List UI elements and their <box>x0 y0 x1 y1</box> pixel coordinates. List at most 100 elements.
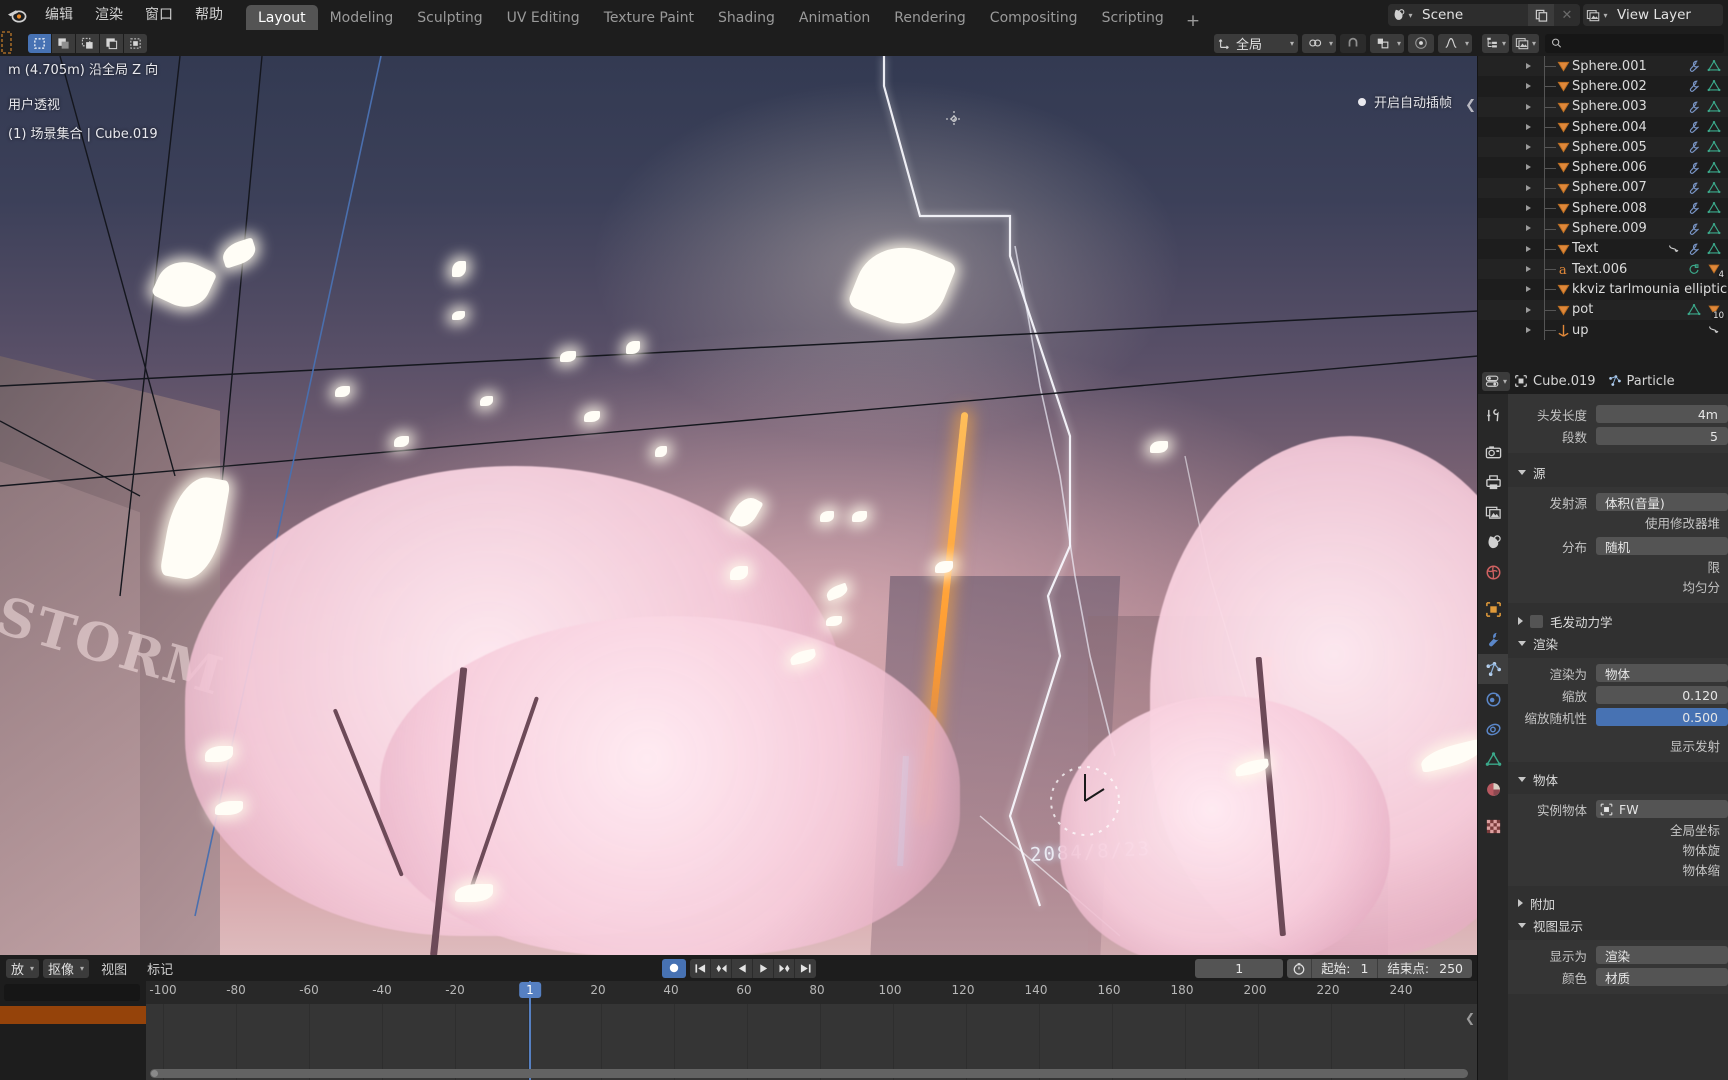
tab-texture-paint[interactable]: Texture Paint <box>592 5 706 32</box>
select-extend-icon[interactable] <box>52 33 75 53</box>
instance-object-field[interactable]: FW <box>1596 800 1728 818</box>
row-emit-from[interactable]: 发射源 体积(音量) <box>1508 492 1728 512</box>
transform-orientation-dropdown[interactable]: 全局 ▾ <box>1213 33 1298 53</box>
outliner-row-sphere-009[interactable]: Sphere.009 <box>1478 218 1728 239</box>
outliner-row-up[interactable]: up <box>1478 319 1728 341</box>
jump-next-keyframe-button[interactable] <box>774 958 795 978</box>
timeline-ruler[interactable]: -100 -80 -60 -40 -20 20 40 60 80 100 120… <box>0 981 1478 1004</box>
timeline-editor[interactable]: 放 ▾ 抠像 ▾ 视图 标记 1 起始: 1 结束点: 250 -100 -80… <box>0 955 1478 1080</box>
render-as-dropdown[interactable]: 物体 <box>1596 664 1728 682</box>
select-invert-icon[interactable] <box>100 33 123 53</box>
properties-tab-column[interactable] <box>1478 394 1508 1080</box>
tab-sculpting[interactable]: Sculpting <box>405 5 494 32</box>
scene-datablock[interactable]: ▾ Scene ✕ <box>1388 4 1580 26</box>
disclosure-triangle-icon[interactable] <box>1526 225 1531 232</box>
new-scene-button[interactable] <box>1528 4 1554 26</box>
tab-modeling[interactable]: Modeling <box>318 5 406 32</box>
tab-scripting[interactable]: Scripting <box>1090 5 1176 32</box>
outliner-search-box[interactable] <box>1545 33 1724 53</box>
record-keyframe-button[interactable] <box>662 958 686 978</box>
menu-edit[interactable]: 编辑 <box>34 3 84 27</box>
row-scale[interactable]: 缩放 0.120 <box>1508 685 1728 705</box>
section-hair-dynamics[interactable]: 毛发动力学 <box>1508 610 1728 632</box>
select-subtract-icon[interactable] <box>76 33 99 53</box>
row-hair-length[interactable]: 头发长度 4m <box>1508 404 1728 424</box>
outliner-row-kkviz[interactable]: kkviz tarlmounia elliptica_0 <box>1478 279 1728 300</box>
channel-search-box[interactable] <box>4 984 140 1001</box>
color-dropdown[interactable]: 材质 <box>1596 968 1728 986</box>
disclosure-triangle-icon[interactable] <box>1526 265 1531 272</box>
unlink-scene-button[interactable]: ✕ <box>1554 4 1580 26</box>
frame-end-field[interactable]: 结束点: 250 <box>1378 959 1472 978</box>
menu-help[interactable]: 帮助 <box>184 3 234 27</box>
row-segments[interactable]: 段数 5 <box>1508 426 1728 446</box>
disclosure-triangle-icon[interactable] <box>1526 205 1531 212</box>
timeline-editor-type-dropdown[interactable]: 放 ▾ <box>6 958 40 978</box>
tab-mesh-data[interactable] <box>1478 744 1508 774</box>
tab-tool[interactable] <box>1478 400 1508 430</box>
emit-from-dropdown[interactable]: 体积(音量) <box>1596 493 1728 511</box>
pivot-point-dropdown[interactable]: ▾ <box>1301 33 1336 53</box>
jump-to-end-button[interactable] <box>795 959 816 978</box>
outliner-row-sphere-003[interactable]: Sphere.003 <box>1478 96 1728 117</box>
tab-output[interactable] <box>1478 467 1508 497</box>
section-extra[interactable]: 附加 <box>1508 892 1728 914</box>
outliner-display-mode-dropdown[interactable]: ▾ <box>1482 33 1510 53</box>
properties-editor[interactable]: ▾ Cube.019 Particle 头发长度 4m 段数 5 源 发射源 体… <box>1478 368 1728 1080</box>
timeline-mode-dropdown[interactable]: 抠像 ▾ <box>43 958 90 978</box>
jump-prev-keyframe-button[interactable] <box>711 958 732 978</box>
properties-editor-type-dropdown[interactable]: ▾ <box>1482 371 1511 391</box>
row-distribution[interactable]: 分布 随机 <box>1508 536 1728 556</box>
disclosure-triangle-icon[interactable] <box>1526 286 1531 293</box>
row-display-as[interactable]: 显示为 渲染 <box>1508 945 1728 965</box>
tab-texture[interactable] <box>1478 811 1508 841</box>
falloff-dropdown[interactable]: ▾ <box>1437 33 1472 53</box>
outliner-row-sphere-006[interactable]: Sphere.006 <box>1478 157 1728 178</box>
row-color[interactable]: 颜色 材质 <box>1508 967 1728 987</box>
outliner-search-input[interactable] <box>1566 36 1718 50</box>
hair-dynamics-checkbox[interactable] <box>1530 614 1543 628</box>
disclosure-triangle-icon[interactable] <box>1526 245 1531 252</box>
outliner-filter-dropdown[interactable]: ▾ <box>1512 33 1540 53</box>
play-reverse-button[interactable] <box>732 958 753 978</box>
add-workspace-button[interactable]: + <box>1176 11 1210 31</box>
tab-render[interactable] <box>1478 437 1508 467</box>
disclosure-triangle-icon[interactable] <box>1526 83 1531 90</box>
proportional-edit-dropdown[interactable] <box>1407 33 1434 53</box>
tab-rendering[interactable]: Rendering <box>882 5 978 32</box>
tab-constraints[interactable] <box>1478 714 1508 744</box>
section-object[interactable]: 物体 <box>1508 768 1728 790</box>
section-render[interactable]: 渲染 <box>1508 632 1728 654</box>
distribution-dropdown[interactable]: 随机 <box>1596 537 1728 555</box>
disclosure-triangle-icon[interactable] <box>1526 103 1531 110</box>
frame-start-field[interactable]: 起始: 1 <box>1312 959 1377 978</box>
tab-particles[interactable] <box>1478 654 1508 684</box>
disclosure-triangle-icon[interactable] <box>1526 184 1531 191</box>
outliner-row-pot[interactable]: pot 10 <box>1478 299 1728 321</box>
outliner-row-sphere-007[interactable]: Sphere.007 <box>1478 177 1728 199</box>
tab-physics[interactable] <box>1478 684 1508 714</box>
menu-window[interactable]: 窗口 <box>134 3 184 27</box>
scale-field[interactable]: 0.120 <box>1596 686 1728 704</box>
outliner-row-sphere-002[interactable]: Sphere.002 <box>1478 76 1728 97</box>
viewport-render[interactable]: STORM 2084/8/23 <box>0 56 1478 955</box>
outliner-rows[interactable]: Sphere.001 Sphere.002 Sphere.003 Sphere.… <box>1478 56 1728 368</box>
play-button[interactable] <box>753 958 774 978</box>
current-frame-field[interactable]: 1 <box>1195 958 1284 978</box>
tab-scene[interactable] <box>1478 527 1508 557</box>
disclosure-triangle-icon[interactable] <box>1526 326 1531 333</box>
breadcrumb-object[interactable]: Cube.019 <box>1514 374 1596 389</box>
outliner-editor[interactable]: ▾ ▾ Sphere.001 Sphere.002 Sphere.003 Sph… <box>1478 30 1728 368</box>
menu-render[interactable]: 渲染 <box>84 3 134 27</box>
outliner-row-text-006[interactable]: a Text.006 4 <box>1478 258 1728 281</box>
scrollbar-knob[interactable] <box>151 1070 158 1077</box>
display-as-dropdown[interactable]: 渲染 <box>1596 946 1728 964</box>
channel-summary-row[interactable] <box>0 1006 146 1024</box>
hair-length-field[interactable]: 4m <box>1596 405 1728 423</box>
timeline-horizontal-scrollbar[interactable] <box>150 1069 1468 1078</box>
scene-name[interactable]: Scene <box>1416 4 1528 26</box>
tab-animation[interactable]: Animation <box>787 5 882 32</box>
tab-view-layer[interactable] <box>1478 497 1508 527</box>
timeline-menu-marker[interactable]: 标记 <box>139 959 181 978</box>
select-intersect-icon[interactable] <box>124 33 147 53</box>
